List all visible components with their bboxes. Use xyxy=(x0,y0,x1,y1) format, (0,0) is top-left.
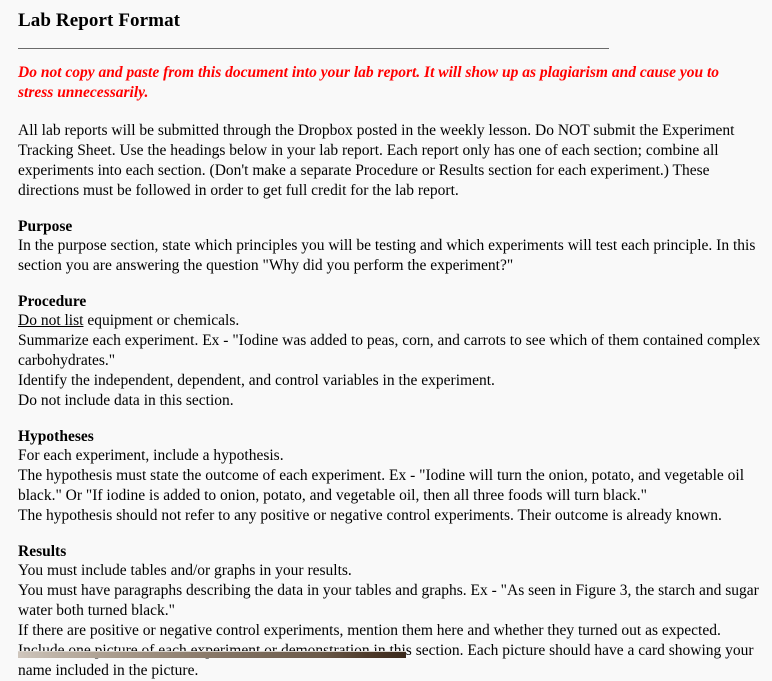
section-line: Include one picture of each experiment o… xyxy=(18,641,762,681)
section-line: Do not include data in this section. xyxy=(18,392,234,409)
section-line: You must include tables and/or graphs in… xyxy=(18,562,352,579)
section-line: If there are positive or negative contro… xyxy=(18,622,721,639)
title-divider xyxy=(18,48,609,49)
document-page: Lab Report Format Do not copy and paste … xyxy=(0,0,772,679)
section-line: You must have paragraphs describing the … xyxy=(18,582,759,619)
section-line: The hypothesis must state the outcome of… xyxy=(18,467,745,504)
page-title: Lab Report Format xyxy=(18,10,181,31)
section-heading-purpose: Purpose xyxy=(18,218,73,235)
section-purpose: Purpose In the purpose section, state wh… xyxy=(18,217,762,276)
plagiarism-warning: Do not copy and paste from this document… xyxy=(18,64,720,101)
section-line: Summarize each experiment. Ex - "Iodine … xyxy=(18,332,761,369)
section-line: Do not list equipment or chemicals. xyxy=(18,311,762,331)
section-line: In the purpose section, state which prin… xyxy=(18,237,756,274)
section-line: The hypothesis should not refer to any p… xyxy=(18,507,722,524)
section-heading-procedure: Procedure xyxy=(18,293,87,310)
intro-paragraph: All lab reports will be submitted throug… xyxy=(18,122,735,199)
section-heading-hypotheses: Hypotheses xyxy=(18,428,94,445)
section-results: Results You must include tables and/or g… xyxy=(18,542,762,681)
procedure-line-remainder: equipment or chemicals. xyxy=(83,312,240,329)
experiment-photo-partial xyxy=(18,651,406,658)
section-line: Identify the independent, dependent, and… xyxy=(18,372,495,389)
section-line: For each experiment, include a hypothesi… xyxy=(18,447,284,464)
section-hypotheses: Hypotheses For each experiment, include … xyxy=(18,427,762,526)
section-heading-results: Results xyxy=(18,543,67,560)
section-procedure: Procedure Do not list equipment or chemi… xyxy=(18,292,762,411)
procedure-underlined-phrase: Do not list xyxy=(18,312,84,329)
